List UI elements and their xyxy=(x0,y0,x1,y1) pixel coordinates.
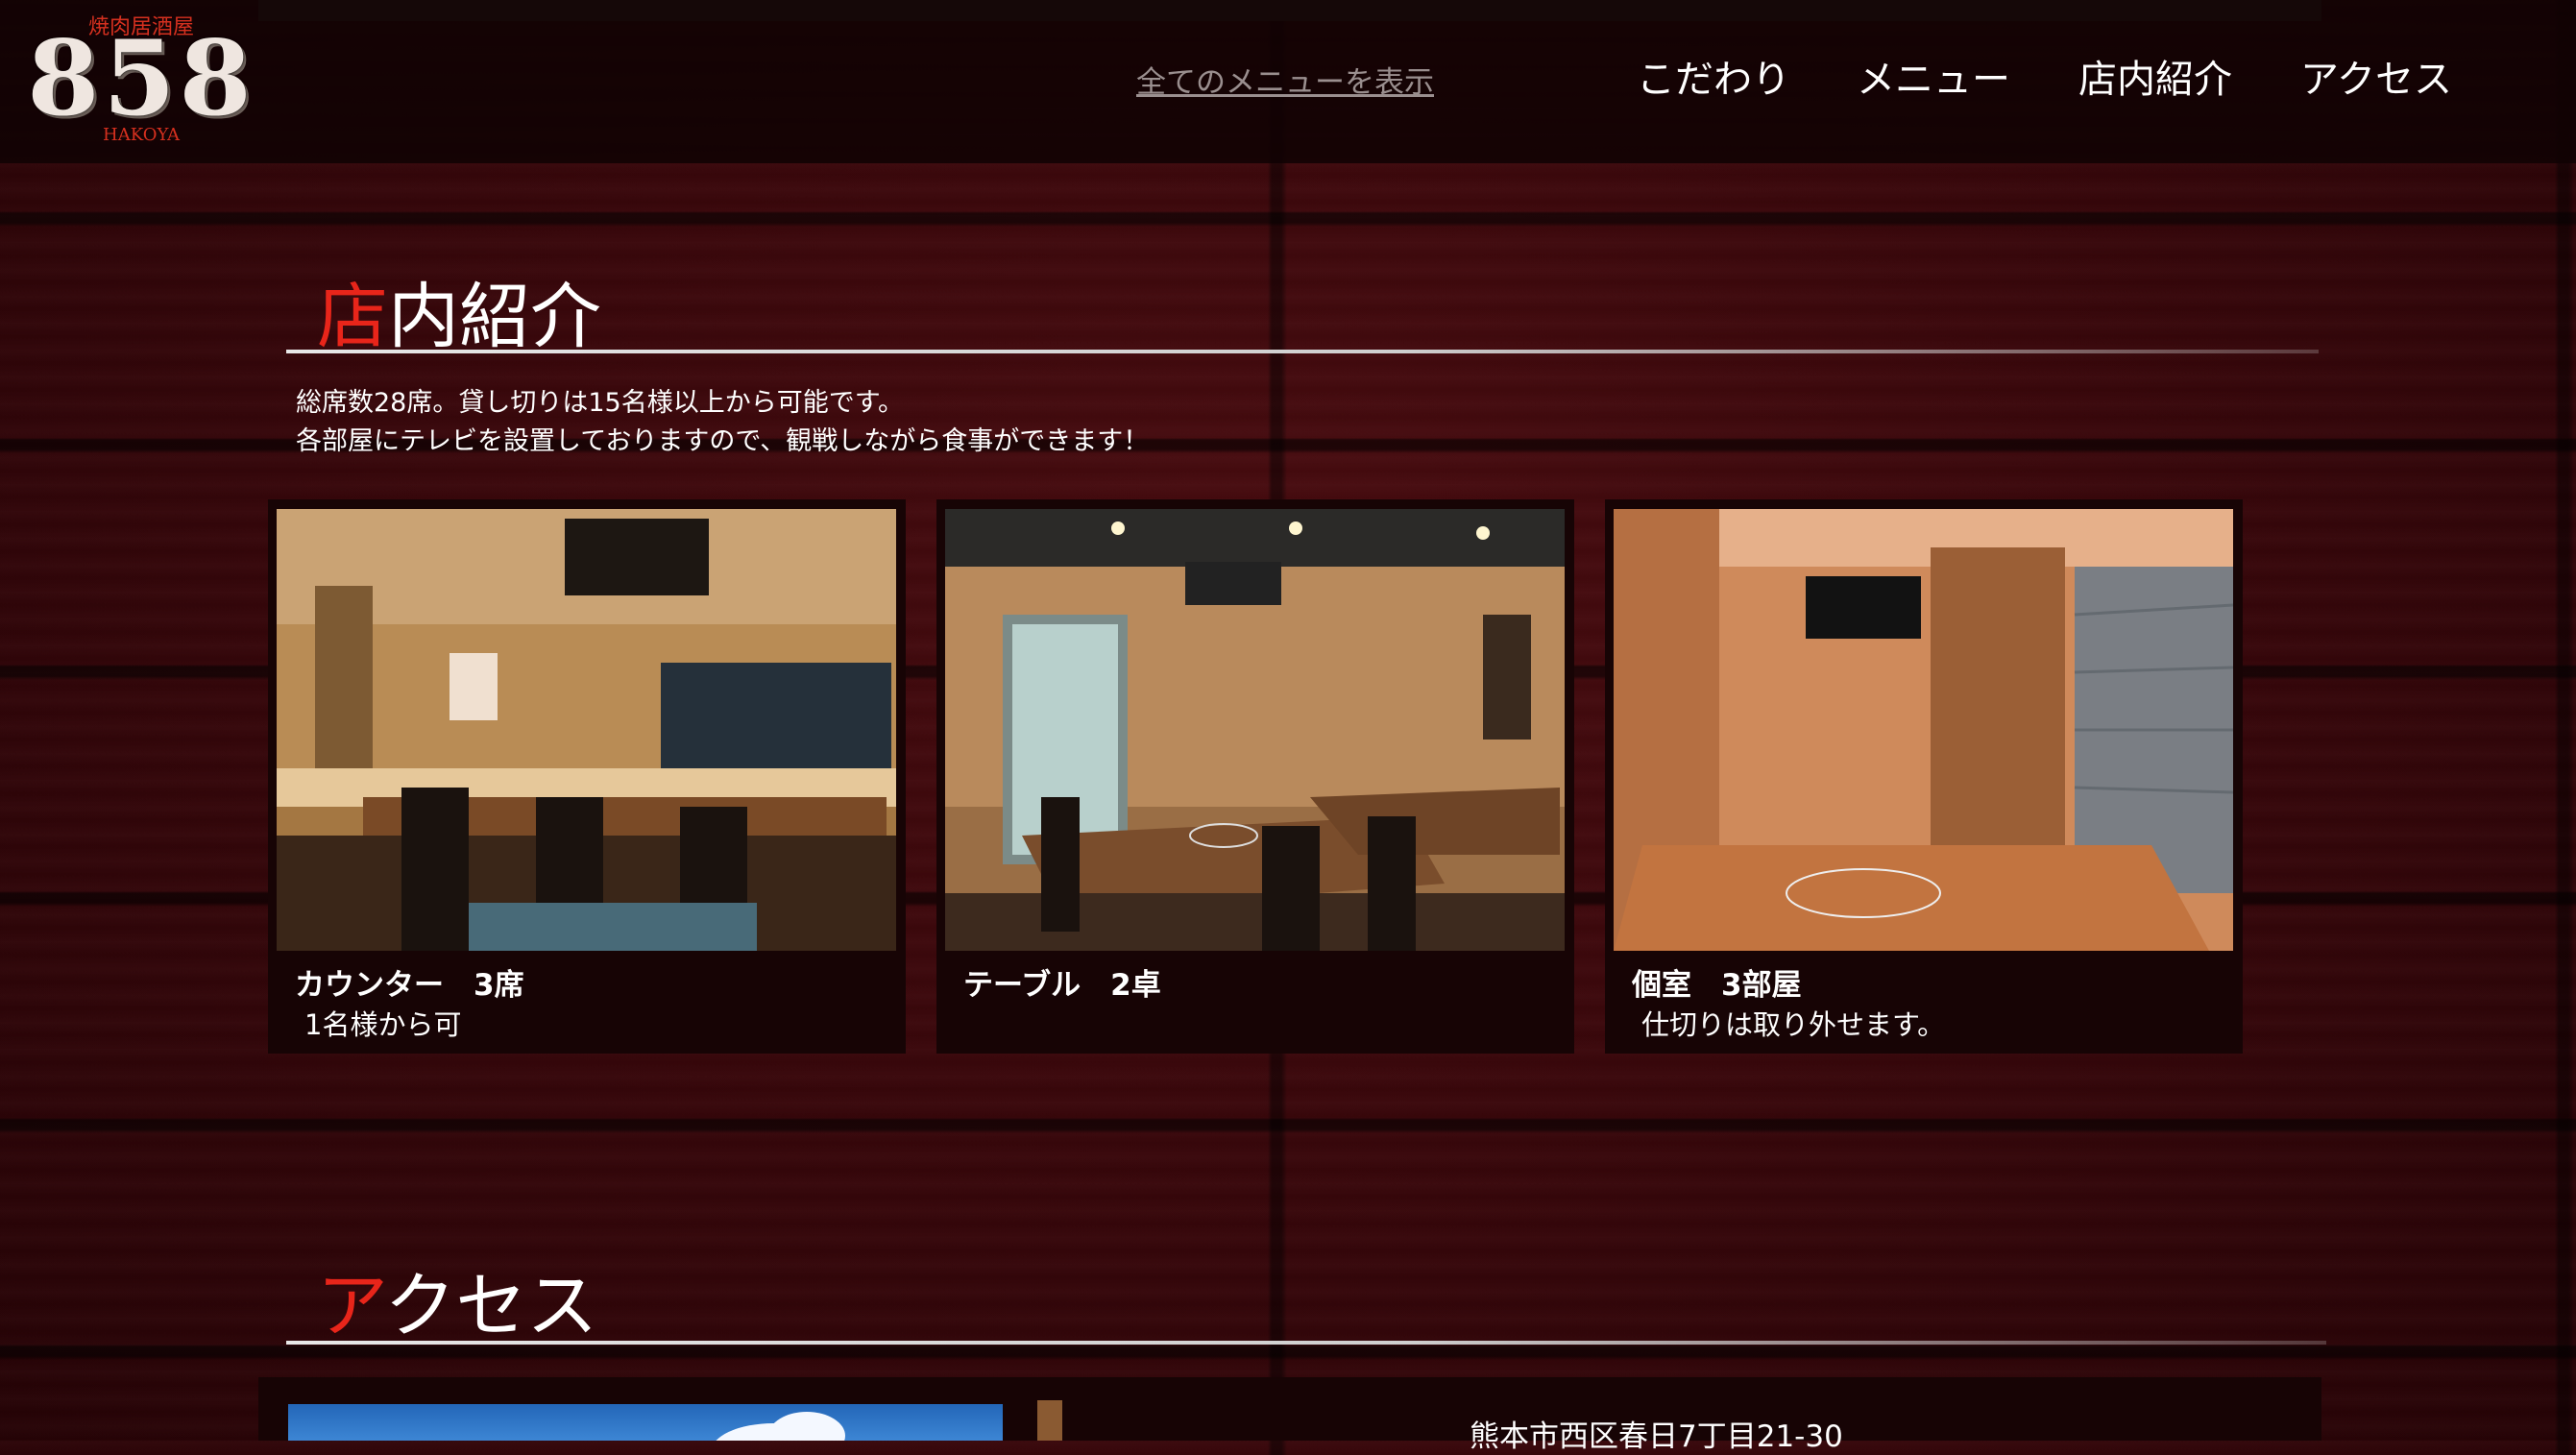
decorative-stripe xyxy=(1037,1400,1062,1441)
card-desc: 仕切りは取り外せます。 xyxy=(1641,1008,1946,1041)
section-title-accent: ア xyxy=(317,1265,385,1347)
section-divider xyxy=(286,350,2319,353)
nav-item-access[interactable]: アクセス xyxy=(2300,48,2452,104)
intro-line: 総席数28席。貸し切りは15名様以上から可能です。 xyxy=(296,388,905,418)
intro-text: 総席数28席。貸し切りは15名様以上から可能です。 各部屋にテレビを設置しており… xyxy=(296,384,1149,461)
card-title: カウンター 3席 xyxy=(295,968,524,1003)
all-menu-link[interactable]: 全てのメニューを表示 xyxy=(1136,58,1434,101)
nav-item-menu[interactable]: メニュー xyxy=(1857,48,2010,104)
section-divider xyxy=(286,1341,2326,1345)
card-desc: 1名様から可 xyxy=(304,1008,462,1041)
section-title-access: アクセス xyxy=(317,1268,597,1345)
nav-item-interior[interactable]: 店内紹介 xyxy=(2078,48,2232,104)
section-title-accent: 店 xyxy=(317,276,388,358)
seating-card-private-room: 個室 3部屋 仕切りは取り外せます。 xyxy=(1605,499,2243,1054)
card-title: テーブル 2卓 xyxy=(963,968,1161,1003)
private-room-photo xyxy=(1614,509,2233,951)
section-title-interior: 店内紹介 xyxy=(317,279,601,355)
section-title-rest: クセス xyxy=(384,1265,598,1347)
nav-item-kodawari[interactable]: こだわり xyxy=(1637,48,1790,104)
counter-seating-photo xyxy=(277,509,896,951)
intro-line: 各部屋にテレビを設置しておりますので、観戦しながら食事ができます！ xyxy=(296,426,1150,456)
seating-card-counter: カウンター 3席 1名様から可 xyxy=(268,499,906,1054)
logo-bottom-text: HAKOYA xyxy=(103,125,180,145)
logo[interactable]: 焼肉居酒屋 858 HAKOYA xyxy=(21,10,261,149)
logo-number: 858 xyxy=(27,18,255,139)
card-title: 個室 3部屋 xyxy=(1632,968,1802,1003)
section-title-rest: 内紹介 xyxy=(388,276,601,358)
storefront-photo xyxy=(288,1404,1003,1441)
table-seating-photo xyxy=(945,509,1565,951)
seating-card-table: テーブル 2卓 xyxy=(936,499,1574,1054)
access-address: 熊本市西区春日7丁目21-30 xyxy=(1470,1419,1843,1454)
